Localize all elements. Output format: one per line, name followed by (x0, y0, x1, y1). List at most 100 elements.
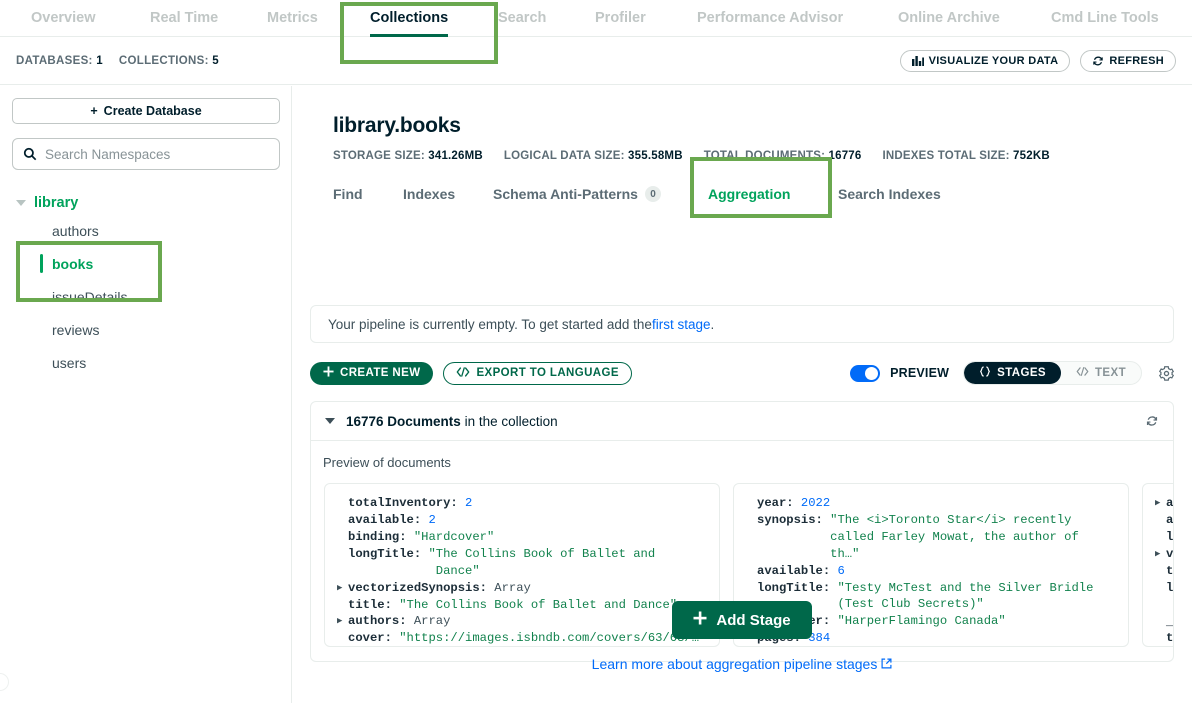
field-key: vectorizedSynopsis: (348, 580, 495, 595)
code-icon (1076, 367, 1089, 379)
first-stage-link[interactable]: first stage (652, 317, 711, 332)
document-field: lan (1155, 529, 1174, 546)
app-root: Overview Real Time Metrics Collections Searc… (0, 0, 1192, 703)
collection-label: authors (52, 222, 99, 239)
document-field: longTitle: "Testy McTest and the Silver … (746, 580, 1128, 597)
nav-tab-performance-advisor[interactable]: Performance Advisor (697, 0, 843, 36)
search-namespaces-input[interactable] (45, 146, 269, 162)
namespace-tree: library authors books issueDetails reviews u… (12, 192, 279, 379)
stat-storage-size: STORAGE SIZE: 341.26MB (333, 150, 483, 162)
text-view-button[interactable]: TEXT (1061, 362, 1141, 384)
chart-icon (911, 55, 924, 66)
nav-tab-real-time[interactable]: Real Time (150, 0, 218, 36)
expand-arrow-icon[interactable]: ▶ (1155, 495, 1166, 512)
nav-tab-search[interactable]: Search (498, 0, 546, 36)
sidebar-collection-issueDetails[interactable]: issueDetails (12, 280, 279, 313)
tab-label: Schema Anti-Patterns (493, 186, 638, 202)
sidebar-collection-reviews[interactable]: reviews (12, 313, 279, 346)
field-key: lan (1166, 529, 1174, 544)
sidebar-collection-users[interactable]: users (12, 346, 279, 379)
expand-arrow-icon[interactable]: ▶ (1155, 546, 1166, 563)
field-key: vec (1166, 546, 1174, 561)
plus-icon (323, 366, 334, 380)
nav-tab-online-archive[interactable]: Online Archive (898, 0, 1000, 36)
field-key: longTitle: (757, 580, 838, 595)
refresh-icon (1092, 55, 1104, 67)
nav-tab-overview[interactable]: Overview (31, 0, 96, 36)
tab-schema-anti-patterns[interactable]: Schema Anti-Patterns 0 (493, 176, 661, 212)
document-field: ▶att (1155, 495, 1173, 512)
nav-tab-metrics[interactable]: Metrics (267, 0, 318, 36)
tab-label: Aggregation (708, 186, 791, 202)
document-field: ava (1155, 512, 1173, 529)
braces-icon (979, 366, 991, 380)
create-new-label: CREATE NEW (340, 367, 421, 379)
empty-pipeline-banner: Your pipeline is currently empty. To get… (310, 305, 1174, 343)
stat-label: LOGICAL DATA SIZE: (503, 150, 629, 162)
nav-tab-label: Online Archive (898, 10, 1000, 26)
tab-indexes[interactable]: Indexes (403, 176, 455, 212)
stat-label: TOTAL DOCUMENTS: (703, 150, 829, 162)
text-label: TEXT (1095, 367, 1126, 379)
stages-view-button[interactable]: STAGES (964, 362, 1061, 384)
create-database-button[interactable]: + Create Database (12, 98, 280, 124)
sidebar-collection-books[interactable]: books (12, 247, 279, 280)
database-label: library (34, 195, 79, 211)
document-field: th…" (746, 546, 1128, 563)
banner-suffix: . (710, 316, 715, 332)
databases-count: DATABASES: 1 (16, 54, 103, 67)
stat-value: 752KB (1013, 150, 1050, 162)
field-key: year: (757, 496, 801, 510)
document-field: totalInventory: 2 (337, 495, 719, 512)
tab-find[interactable]: Find (333, 176, 363, 212)
nav-tab-collections[interactable]: Collections (370, 0, 449, 37)
nav-tab-label: Metrics (267, 10, 318, 26)
field-value: 6 (837, 563, 845, 578)
tab-label: Search Indexes (838, 186, 941, 202)
settings-gear-icon[interactable] (1159, 365, 1174, 381)
field-value: 2022 (800, 496, 831, 510)
export-to-language-button[interactable]: EXPORT TO LANGUAGE (443, 361, 632, 385)
sidebar-collection-authors[interactable]: authors (12, 214, 279, 247)
learn-more-link[interactable]: Learn more about aggregation pipeline st… (592, 656, 893, 672)
field-key: available: (757, 563, 838, 578)
preview-refresh-icon[interactable] (1145, 414, 1159, 428)
collection-label: reviews (52, 321, 100, 338)
pipeline-toolbar: CREATE NEW EXPORT TO LANGUAGE PREVIEW ST… (310, 361, 1174, 385)
nav-tab-label: Performance Advisor (697, 10, 844, 26)
sidebar: + Create Database library authors books is… (0, 86, 292, 703)
caret-down-icon[interactable] (16, 200, 26, 206)
chevron-down-icon[interactable] (325, 418, 335, 424)
field-value: Dance" (348, 563, 480, 578)
document-count: 16776 Documents in the collection (346, 413, 558, 429)
collection-stats: STORAGE SIZE: 341.26MB LOGICAL DATA SIZE:… (333, 150, 1050, 162)
nav-tab-profiler[interactable]: Profiler (595, 0, 646, 36)
field-key: binding: (348, 529, 414, 544)
field-key: tot (1166, 563, 1174, 578)
database-counts: DATABASES: 1 COLLECTIONS: 5 (16, 55, 219, 67)
nav-tab-label: Overview (31, 10, 96, 26)
plus-icon (693, 611, 707, 629)
sidebar-database-library[interactable]: library (12, 192, 279, 214)
expand-arrow-icon[interactable]: ▶ (337, 580, 348, 597)
nav-tab-label: Real Time (150, 10, 219, 26)
create-new-button[interactable]: CREATE NEW (310, 361, 434, 385)
preview-toggle[interactable] (850, 364, 881, 382)
database-stats-bar: DATABASES: 1 COLLECTIONS: 5 VISUALIZE YO… (0, 37, 1192, 85)
search-namespaces-wrapper[interactable] (12, 138, 280, 170)
field-value: th…" (757, 546, 860, 561)
field-value: called Farley Mowat, the author of (757, 529, 1079, 544)
add-stage-button[interactable]: Add Stage (672, 601, 812, 639)
tab-search-indexes[interactable]: Search Indexes (838, 176, 941, 212)
tab-aggregation[interactable]: Aggregation (708, 176, 790, 212)
refresh-button[interactable]: REFRESH (1080, 49, 1176, 72)
code-icon (456, 366, 470, 380)
add-stage-label: Add Stage (716, 611, 791, 629)
field-key: totalInventory: (348, 496, 466, 510)
visualize-your-data-button[interactable]: VISUALIZE YOUR DATA (899, 49, 1071, 72)
banner-text: Your pipeline is currently empty. To get… (328, 316, 652, 332)
document-field: ▶ vectorizedSynopsis: Array (337, 580, 719, 597)
nav-tab-cmd-line-tools[interactable]: Cmd Line Tools (1051, 0, 1159, 36)
stat-logical-data-size: LOGICAL DATA SIZE: 355.58MB (504, 150, 683, 162)
export-label: EXPORT TO LANGUAGE (476, 367, 619, 379)
